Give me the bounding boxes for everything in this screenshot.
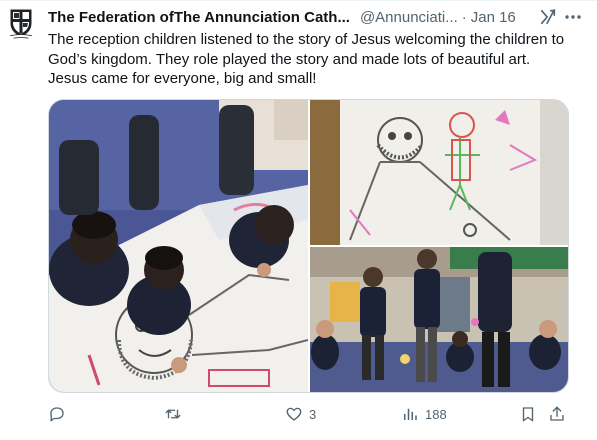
retweet-icon	[165, 409, 181, 419]
photo-icon	[310, 100, 568, 245]
jesus-drawing-photo[interactable]	[310, 100, 568, 245]
views-button[interactable]: 188	[401, 402, 447, 426]
views-count: 188	[425, 406, 447, 422]
user-handle[interactable]: @Annunciati...	[360, 9, 458, 26]
separator-dot: ·	[461, 8, 467, 26]
top-divider	[0, 0, 597, 1]
like-button[interactable]: 3	[285, 402, 316, 426]
like-count: 3	[309, 406, 317, 422]
grok-icon[interactable]	[539, 8, 557, 26]
heart-icon	[286, 407, 302, 421]
tweet-text: The reception children listened to the s…	[48, 31, 565, 87]
bookmark-icon	[522, 407, 534, 422]
views-icon	[404, 408, 417, 420]
media-grid	[48, 99, 569, 393]
photo-icon	[310, 247, 568, 392]
retweet-button[interactable]	[164, 402, 188, 426]
tweet-date[interactable]: Jan 16	[471, 9, 516, 26]
more-options-icon[interactable]	[563, 8, 583, 26]
avatar[interactable]	[4, 6, 38, 40]
school-crest-icon	[8, 9, 34, 40]
action-bar: 3 188	[48, 402, 578, 426]
reply-icon	[50, 407, 64, 422]
reply-button[interactable]	[48, 402, 72, 426]
display-name[interactable]: The Federation ofThe Annunciation Cath..…	[48, 9, 350, 26]
tweet-header: The Federation ofThe Annunciation Cath..…	[48, 6, 585, 28]
photo-icon	[49, 100, 308, 392]
classroom-roleplay-photo[interactable]	[310, 247, 568, 392]
children-drawing-on-paper-photo[interactable]	[49, 100, 308, 392]
share-button[interactable]	[548, 402, 566, 426]
bookmark-button[interactable]	[519, 402, 537, 426]
share-icon	[550, 406, 564, 421]
